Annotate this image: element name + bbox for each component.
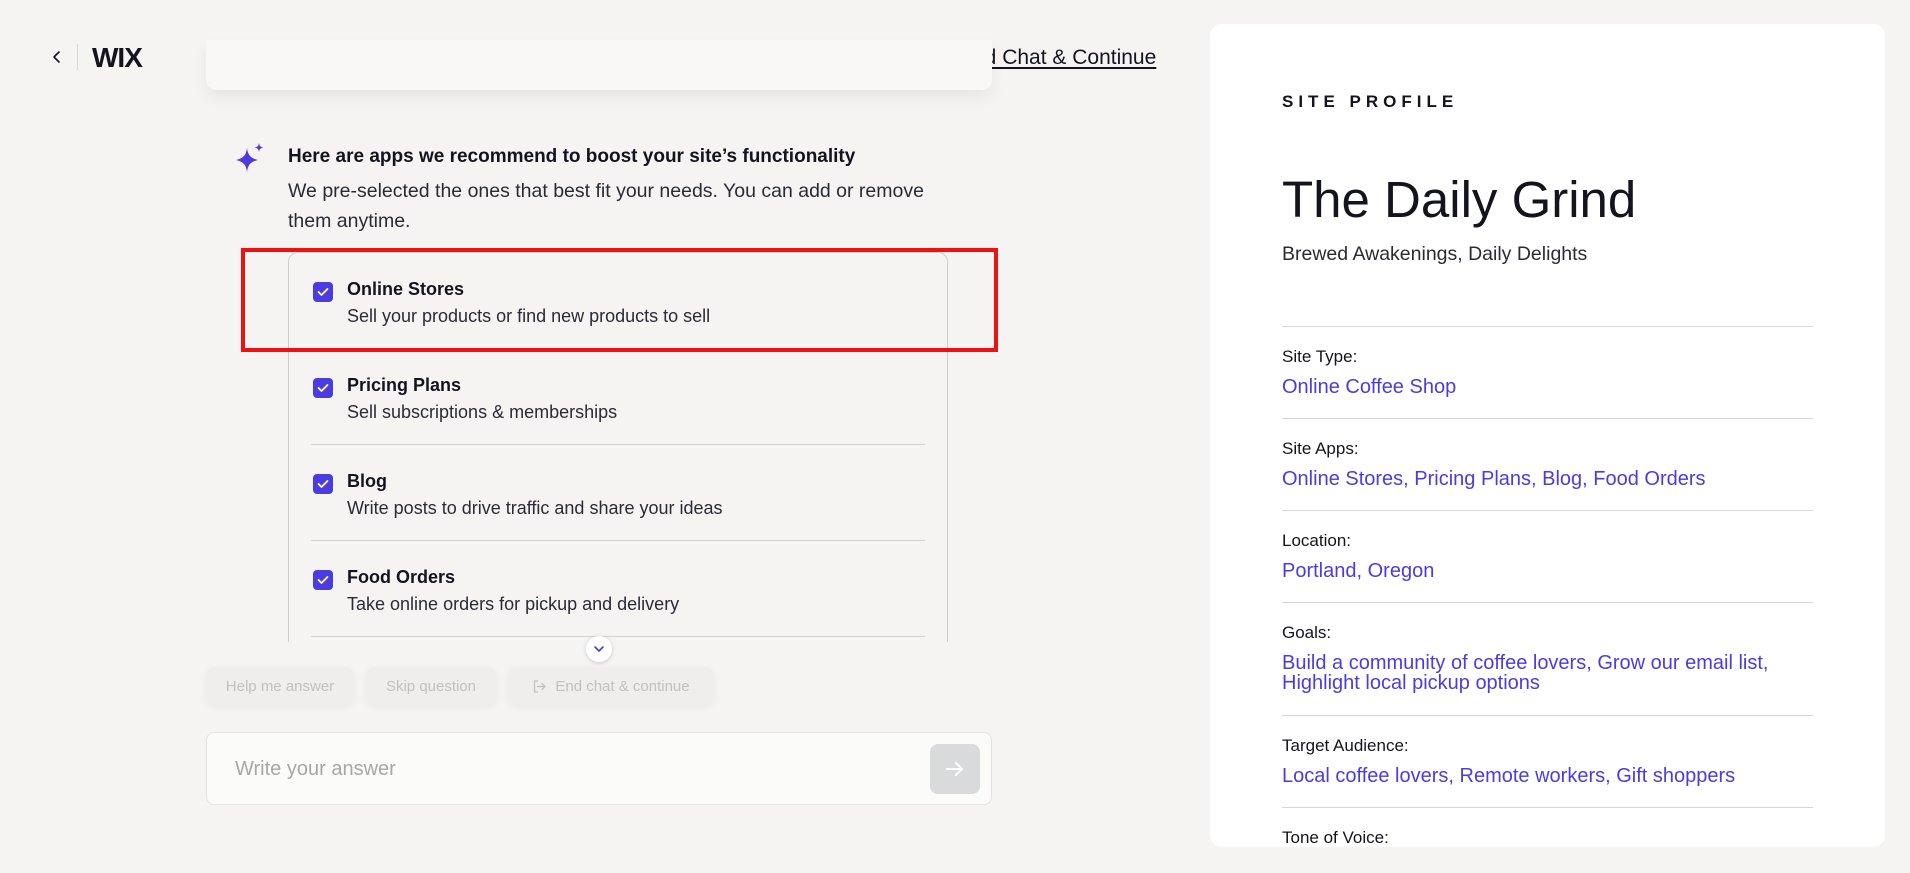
field-label: Tone of Voice: <box>1282 828 1389 847</box>
site-profile-panel: SITE PROFILE The Daily Grind Brewed Awak… <box>1210 24 1885 847</box>
app-item-food-orders[interactable]: Food Orders Take online orders for picku… <box>311 541 925 637</box>
app-item-blog[interactable]: Blog Write posts to drive traffic and sh… <box>311 445 925 541</box>
skip-question-button[interactable]: Skip question <box>366 667 496 705</box>
profile-field-goals: Goals: Build a community of coffee lover… <box>1282 602 1813 715</box>
app-name: Blog <box>347 471 387 491</box>
profile-heading: SITE PROFILE <box>1282 92 1459 111</box>
app-name: Pricing Plans <box>347 375 462 395</box>
app-item-online-stores[interactable]: Online Stores Sell your products or find… <box>311 253 925 349</box>
app-name: Online Stores <box>347 279 465 299</box>
scroll-down-button[interactable] <box>586 636 612 662</box>
profile-field-target-audience: Target Audience: Local coffee lovers, Re… <box>1282 715 1813 807</box>
header-divider <box>77 44 78 70</box>
field-label: Location: <box>1282 531 1351 550</box>
pricing-plans-checkbox[interactable] <box>313 378 333 398</box>
profile-field-location: Location: Portland, Oregon <box>1282 510 1813 602</box>
field-value: Portland, Oregon <box>1282 560 1435 582</box>
site-name: The Daily Grind <box>1282 171 1637 228</box>
online-stores-checkbox[interactable] <box>313 282 333 302</box>
message-body: We pre-selected the ones that best fit y… <box>288 180 924 232</box>
field-label: Goals: <box>1282 623 1332 642</box>
back-button[interactable] <box>46 46 68 68</box>
previous-message-card <box>206 40 992 90</box>
answer-box <box>206 732 992 805</box>
exit-icon <box>534 679 547 693</box>
divider <box>311 636 925 637</box>
message-title: Here are apps we recommend to boost your… <box>288 146 856 167</box>
help-me-answer-button[interactable]: Help me answer <box>206 667 354 705</box>
app-item-pricing-plans[interactable]: Pricing Plans Sell subscriptions & membe… <box>311 349 925 445</box>
chevron-left-icon <box>53 51 60 63</box>
app-description: Write posts to drive traffic and share y… <box>347 498 723 518</box>
checkmark-icon <box>317 384 329 392</box>
app-description: Take online orders for pickup and delive… <box>347 594 680 614</box>
field-value: Local coffee lovers, Remote workers, Gif… <box>1282 765 1736 787</box>
field-label: Target Audience: <box>1282 736 1409 755</box>
apps-list[interactable]: Online Stores Sell your products or find… <box>288 252 948 642</box>
answer-input[interactable] <box>235 751 915 787</box>
food-orders-checkbox[interactable] <box>313 570 333 590</box>
app-description: Sell subscriptions & memberships <box>347 402 618 422</box>
app-name: Food Orders <box>347 567 456 587</box>
checkmark-icon <box>317 480 329 488</box>
profile-field-tone-of-voice: Tone of Voice: <box>1282 807 1813 847</box>
field-label: Site Type: <box>1282 347 1358 366</box>
profile-field-site-apps: Site Apps: Online Stores, Pricing Plans,… <box>1282 418 1813 510</box>
field-value: Online Stores, Pricing Plans, Blog, Food… <box>1282 468 1706 490</box>
field-label: Site Apps: <box>1282 439 1359 458</box>
wix-logo[interactable]: WIX <box>92 42 143 74</box>
arrow-right-icon <box>946 762 963 776</box>
checkmark-icon <box>317 288 329 296</box>
end-chat-continue-button[interactable]: End chat & continue <box>508 667 714 705</box>
blog-checkbox[interactable] <box>313 474 333 494</box>
profile-field-site-type: Site Type: Online Coffee Shop <box>1282 326 1813 418</box>
send-button[interactable] <box>930 744 980 794</box>
end-chat-label: End chat & continue <box>555 677 690 695</box>
field-value: Build a community of coffee lovers, Grow… <box>1282 652 1769 694</box>
field-value: Online Coffee Shop <box>1282 376 1457 398</box>
site-tagline: Brewed Awakenings, Daily Delights <box>1282 243 1588 265</box>
app-description: Sell your products or find new products … <box>347 306 711 326</box>
sparkle-icon <box>236 143 264 172</box>
checkmark-icon <box>317 576 329 584</box>
chevron-down-icon <box>594 646 604 652</box>
